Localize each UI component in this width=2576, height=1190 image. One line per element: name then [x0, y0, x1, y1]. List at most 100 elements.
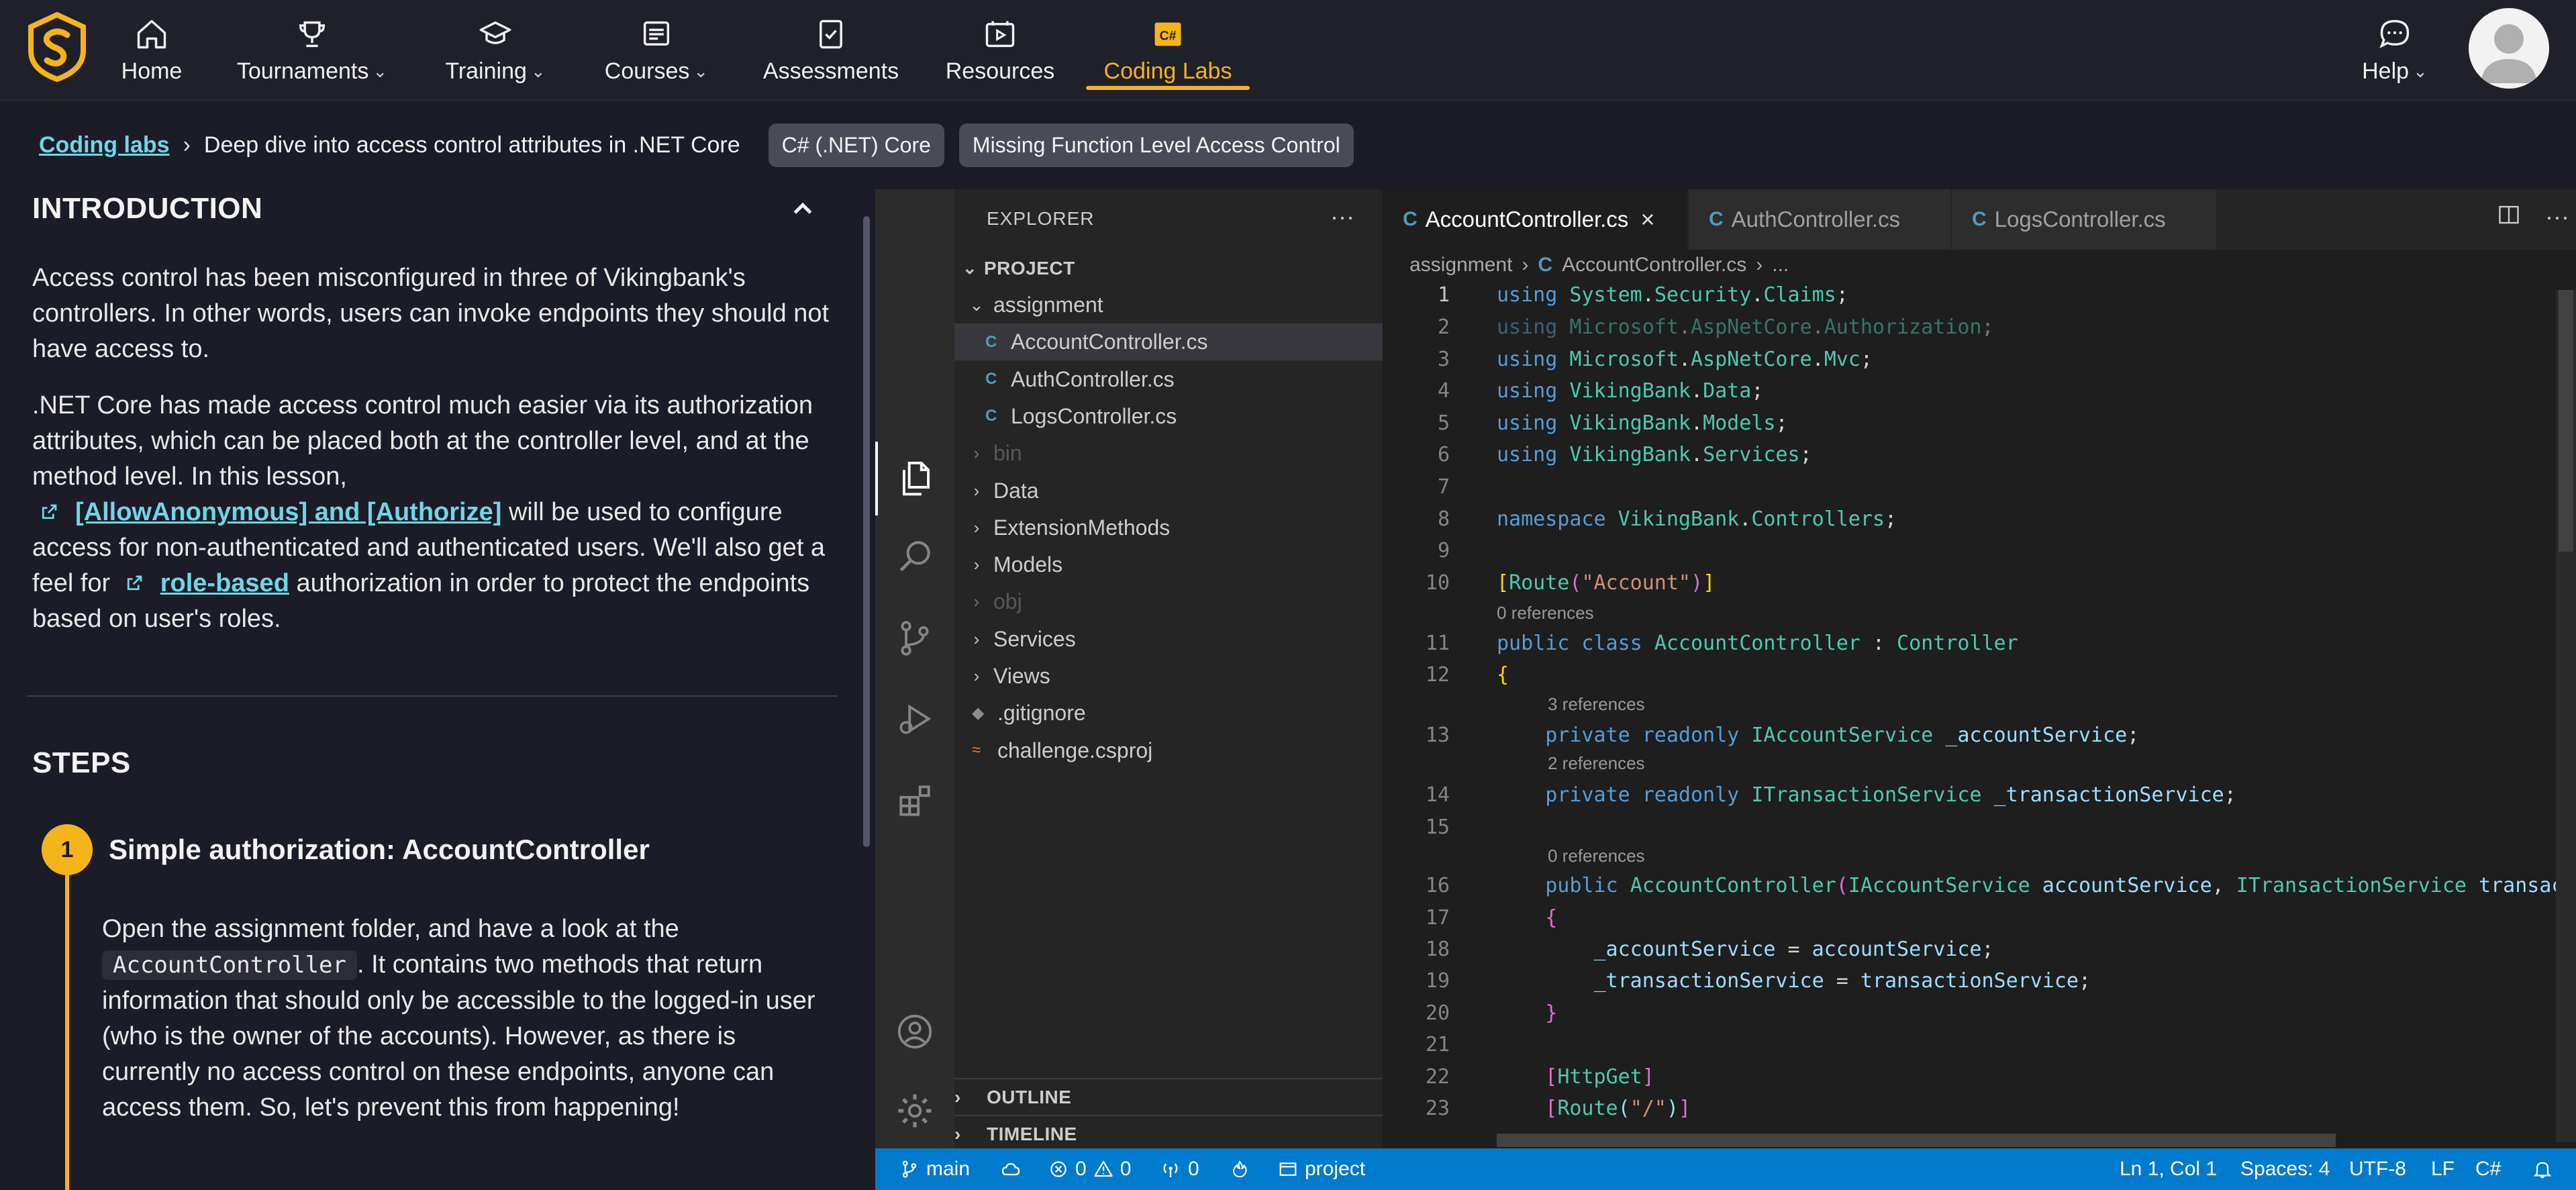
step-title[interactable]: Simple authorization: AccountController — [109, 834, 650, 866]
cursor-position[interactable]: Ln 1, Col 1 — [2120, 1148, 2217, 1190]
editor-horizontal-scrollbar[interactable] — [1497, 1134, 2336, 1147]
editor-actions: ··· — [2497, 203, 2569, 231]
lesson-scrollbar[interactable] — [863, 216, 870, 847]
nav-coding-labs-label: Coding Labs — [1103, 58, 1232, 84]
intro-p2-text-c: authorization in order to protect the en… — [32, 569, 810, 633]
editor-breadcrumb: assignment › C AccountController.cs › ..… — [1409, 254, 1789, 277]
user-avatar[interactable] — [2469, 8, 2549, 89]
tree-item[interactable]: › ExtensionMethods — [954, 509, 1383, 546]
tree-item[interactable]: C AuthController.cs — [954, 361, 1383, 398]
chevron-down-icon: ⌄ — [693, 60, 709, 81]
encoding-status[interactable]: UTF-8 — [2349, 1148, 2406, 1190]
crumb-symbol[interactable]: ... — [1772, 254, 1789, 277]
language-status[interactable]: C# — [2475, 1148, 2501, 1190]
indentation-status[interactable]: Spaces: 4 — [2240, 1148, 2330, 1190]
tree-item[interactable]: › Views — [954, 658, 1383, 695]
csharp-lab-icon: C# — [1154, 22, 1181, 46]
allow-anonymous-authorize-link[interactable]: [AllowAnonymous] and [Authorize] — [75, 498, 501, 526]
git-file-icon: ◆ — [972, 704, 985, 723]
tree-item[interactable]: › obj — [954, 583, 1383, 620]
tree-item[interactable]: › Models — [954, 546, 1383, 583]
intro-p2-text-a: .NET Core has made access control much e… — [32, 391, 813, 491]
notifications-status[interactable] — [2532, 1148, 2553, 1190]
codelens-references[interactable]: 3 references — [1548, 694, 1645, 715]
codelens-references[interactable]: 0 references — [1497, 603, 1594, 624]
step-text-a: Open the assignment folder, and have a l… — [102, 915, 679, 943]
run-debug-icon — [899, 704, 932, 734]
crumb-folder[interactable]: assignment — [1409, 254, 1512, 277]
tree-item[interactable]: ⌄ assignment — [954, 287, 1383, 324]
nav-home[interactable]: Home — [121, 0, 183, 101]
line-number: 5 — [1437, 411, 1450, 435]
tree-item[interactable]: ≈ challenge.csproj — [954, 732, 1383, 769]
tree-item[interactable]: C AccountController.cs — [954, 324, 1383, 361]
role-based-link[interactable]: role-based — [160, 569, 289, 597]
intro-title: INTRODUCTION — [32, 192, 263, 225]
step-timeline-line — [65, 847, 69, 1190]
nav-assessments[interactable]: Assessments — [762, 0, 899, 101]
chevron-down-icon: ⌄ — [962, 258, 978, 278]
category-tag: Missing Function Level Access Control — [958, 123, 1354, 167]
tab-logs-controller[interactable]: C LogsController.cs — [1952, 189, 2218, 250]
timeline-section[interactable]: › TIMELINE — [954, 1115, 1383, 1152]
split-editor-icon[interactable] — [2497, 203, 2521, 227]
chevron-right-icon: › — [973, 666, 980, 686]
tab-auth-controller[interactable]: C AuthController.cs — [1689, 189, 1952, 250]
extensions-activity[interactable] — [875, 764, 954, 838]
explorer-activity[interactable] — [875, 442, 954, 515]
problems-status[interactable]: 0 0 — [1048, 1148, 1131, 1190]
csharp-file-icon: C — [985, 370, 997, 389]
line-number: 15 — [1425, 815, 1450, 839]
more-actions-icon[interactable]: ··· — [1330, 203, 1354, 231]
crumb-file[interactable]: AccountController.cs — [1562, 254, 1746, 277]
branch-name: main — [926, 1158, 971, 1180]
line-number: 17 — [1425, 906, 1450, 930]
flame-status[interactable] — [1230, 1148, 1250, 1190]
nav-tournaments[interactable]: Tournaments ⌄ — [235, 0, 389, 101]
manage-activity[interactable] — [875, 1074, 954, 1148]
project-folder-header[interactable]: ⌄ PROJECT — [954, 250, 1383, 287]
nav-coding-labs[interactable]: C# Coding Labs — [1086, 0, 1250, 101]
line-number: 2 — [1437, 315, 1450, 339]
branch-status[interactable]: main — [899, 1148, 970, 1190]
codelens-references[interactable]: 2 references — [1548, 753, 1645, 774]
ports-status[interactable]: 0 — [1160, 1148, 1199, 1190]
tree-item[interactable]: C LogsController.cs — [954, 398, 1383, 435]
sync-status[interactable] — [1000, 1148, 1022, 1190]
line-number: 1 — [1437, 283, 1450, 307]
close-icon[interactable]: × — [1640, 205, 1654, 234]
outline-section[interactable]: › OUTLINE — [954, 1078, 1383, 1115]
chevron-up-icon[interactable] — [789, 196, 816, 223]
editor-scroll-thumb[interactable] — [2559, 290, 2573, 552]
courses-icon — [643, 21, 670, 46]
section-divider — [27, 695, 838, 697]
search-activity[interactable] — [875, 519, 954, 593]
tree-item[interactable]: › Services — [954, 621, 1383, 658]
accounts-activity[interactable] — [875, 995, 954, 1069]
secure-code-warrior-logo[interactable] — [27, 12, 87, 82]
chevron-right-icon: › — [183, 132, 191, 158]
nav-training[interactable]: Training ⌄ — [445, 0, 546, 101]
code-line: using Microsoft.AspNetCore.Mvc; — [1497, 348, 1873, 371]
tree-item[interactable]: › bin — [954, 435, 1383, 472]
run-debug-activity[interactable] — [875, 682, 954, 756]
eol-status[interactable]: LF — [2431, 1148, 2455, 1190]
chevron-right-icon: › — [973, 480, 980, 501]
nav-assessments-label: Assessments — [762, 58, 899, 84]
source-control-activity[interactable] — [875, 601, 954, 675]
breadcrumb-coding-labs-link[interactable]: Coding labs — [39, 132, 170, 158]
more-actions-icon[interactable]: ··· — [2545, 203, 2569, 231]
tree-item[interactable]: › Data — [954, 473, 1383, 509]
nav-help[interactable]: Help ⌄ — [2360, 0, 2430, 101]
tree-item[interactable]: ◆ .gitignore — [954, 695, 1383, 732]
tab-account-controller[interactable]: C AccountController.cs × — [1383, 189, 1689, 250]
code-line: _accountService = accountService; — [1593, 938, 1994, 961]
nav-resources[interactable]: Resources — [946, 0, 1054, 101]
nav-courses[interactable]: Courses ⌄ — [604, 0, 709, 101]
codelens-references[interactable]: 0 references — [1548, 846, 1645, 866]
outline-label: OUTLINE — [987, 1086, 1072, 1107]
files-icon — [902, 461, 930, 496]
folder-status[interactable]: project — [1278, 1148, 1365, 1190]
search-icon — [899, 541, 930, 572]
intro-paragraph-2: .NET Core has made access control much e… — [32, 388, 838, 637]
